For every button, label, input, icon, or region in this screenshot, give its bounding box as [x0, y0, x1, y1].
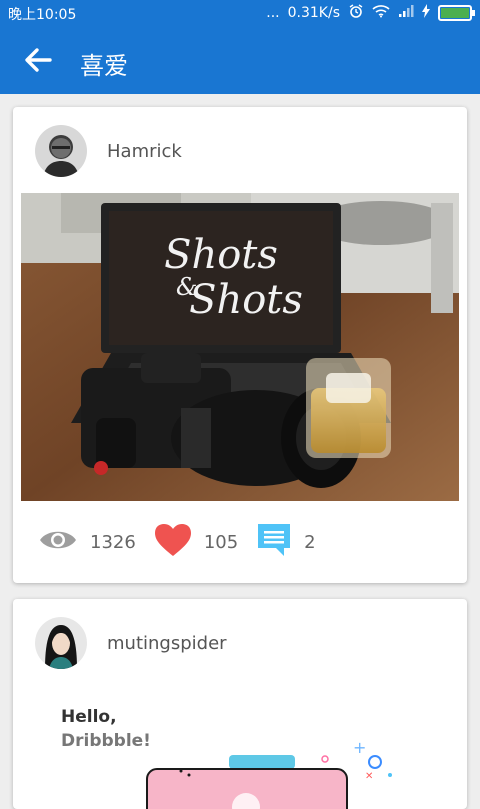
app-bar: 喜爱: [0, 26, 480, 94]
svg-text:&: &: [176, 273, 197, 301]
comments-count: 2: [304, 531, 316, 553]
heart-icon[interactable]: [154, 523, 192, 562]
status-icons: ... 0.31K/s: [266, 3, 475, 23]
charging-icon: [422, 4, 430, 22]
shot-card[interactable]: Hamrick Shots Shots & 1326 105 2: [13, 107, 467, 583]
battery-icon: [438, 5, 475, 21]
username[interactable]: mutingspider: [107, 633, 227, 654]
shot-image[interactable]: + ✕: [13, 687, 467, 809]
shot-image[interactable]: Shots Shots &: [21, 193, 459, 501]
eye-icon: [38, 525, 78, 560]
arrow-left-icon: [25, 48, 52, 72]
svg-text:+: +: [353, 738, 366, 757]
svg-text:✕: ✕: [365, 771, 373, 782]
avatar[interactable]: [35, 125, 87, 177]
views-count: 1326: [90, 531, 136, 553]
username[interactable]: Hamrick: [107, 141, 182, 162]
status-dots: ...: [266, 5, 280, 21]
svg-text:Shots: Shots: [164, 232, 278, 278]
avatar[interactable]: [35, 617, 87, 669]
svg-text:Shots: Shots: [189, 277, 303, 323]
status-time: 晚上10:05: [8, 7, 77, 23]
shot-card[interactable]: mutingspider Hello, Dribbble! + ✕: [13, 599, 467, 809]
page-title: 喜爱: [80, 52, 128, 80]
back-button[interactable]: [20, 42, 56, 78]
signal-icon: [398, 4, 414, 22]
shot-stats: 1326 105 2: [38, 522, 334, 563]
likes-count: 105: [203, 531, 239, 553]
alarm-icon: [348, 3, 364, 23]
comment-icon[interactable]: [256, 522, 292, 563]
wifi-icon: [372, 4, 390, 22]
status-bar: 晚上10:05 ... 0.31K/s: [0, 0, 480, 26]
network-speed: 0.31K/s: [287, 5, 340, 21]
